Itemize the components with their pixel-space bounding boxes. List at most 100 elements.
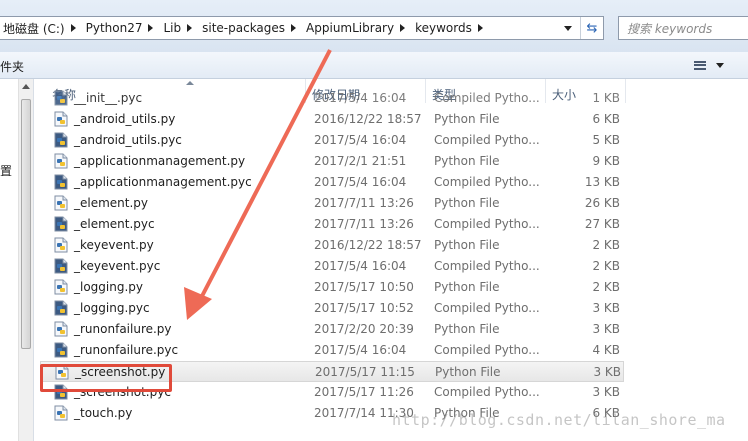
breadcrumb-item[interactable]: Lib <box>159 17 198 39</box>
breadcrumb-item[interactable]: 地磁盘 (C:) <box>0 17 82 39</box>
nav-scroll-thumb[interactable] <box>21 99 31 349</box>
file-type: Python File <box>434 280 500 294</box>
file-date: 2017/2/20 20:39 <box>314 322 414 336</box>
file-size: 13 KB <box>584 175 620 189</box>
pyc-icon <box>54 300 68 316</box>
new-folder-button[interactable]: 件夹 <box>0 58 24 75</box>
list-scrollbar-area[interactable] <box>734 79 748 441</box>
watermark-text: http://blog.csdn.net/lilan_shore_ma <box>392 411 726 429</box>
file-name: _applicationmanagement.pyc <box>74 175 252 189</box>
file-row[interactable]: _runonfailure.pyc 2017/5/4 16:04 Compiled … <box>34 340 634 361</box>
breadcrumb-item[interactable]: site-packages <box>198 17 302 39</box>
chevron-right-icon[interactable] <box>400 24 406 32</box>
file-type: Python File <box>435 365 501 379</box>
file-name: _applicationmanagement.py <box>74 154 246 168</box>
file-row[interactable]: _runonfailure.py 2017/2/20 20:39 Python Fi… <box>34 319 634 340</box>
command-bar: 件夹 <box>0 52 748 79</box>
file-row[interactable]: _applicationmanagement.pyc 2017/5/4 16:04… <box>34 172 634 193</box>
pyc-icon <box>54 174 68 190</box>
details-view-icon <box>694 60 706 70</box>
file-date: 2017/5/4 16:04 <box>314 343 407 357</box>
breadcrumb-item[interactable]: keywords <box>411 17 489 39</box>
chevron-right-icon[interactable] <box>291 24 297 32</box>
file-type: Compiled Pytho... <box>434 133 540 147</box>
chevron-down-icon <box>564 25 572 31</box>
file-type: Compiled Pytho... <box>434 91 540 105</box>
file-type: Python File <box>434 112 500 126</box>
file-date: 2017/2/1 21:51 <box>314 154 407 168</box>
chevron-right-icon[interactable] <box>187 24 193 32</box>
file-type: Compiled Pytho... <box>434 301 540 315</box>
file-name: _keyevent.py <box>74 238 154 252</box>
pyc-icon <box>54 342 68 358</box>
py-icon <box>54 153 68 169</box>
file-date: 2017/5/17 10:52 <box>314 301 414 315</box>
py-icon <box>54 321 68 337</box>
py-icon <box>54 195 68 211</box>
file-name: _android_utils.pyc <box>74 133 182 147</box>
nav-item[interactable]: 置 <box>0 162 12 179</box>
scroll-up-icon[interactable] <box>22 84 30 89</box>
pyc-icon <box>54 90 68 106</box>
file-name: _element.py <box>74 196 149 210</box>
file-size: 3 KB <box>592 385 620 399</box>
file-type: Compiled Pytho... <box>434 385 540 399</box>
file-name: _element.pyc <box>74 217 155 231</box>
file-type: Python File <box>434 154 500 168</box>
nav-scrollbar[interactable] <box>18 79 33 441</box>
file-size: 5 KB <box>592 133 620 147</box>
file-date: 2017/7/11 13:26 <box>314 217 414 231</box>
breadcrumb-label: 地磁盘 (C:) <box>3 21 65 36</box>
refresh-button[interactable]: ⇆ <box>580 17 603 39</box>
file-row[interactable]: _logging.py 2017/5/17 10:50 Python File 2 K… <box>34 277 634 298</box>
address-history-dropdown[interactable] <box>557 17 579 39</box>
file-name: _runonfailure.pyc <box>74 343 179 357</box>
file-row[interactable]: _android_utils.py 2016/12/22 18:57 Python … <box>34 109 634 130</box>
chevron-right-icon[interactable] <box>70 24 76 32</box>
breadcrumb-item[interactable]: Python27 <box>82 17 160 39</box>
breadcrumb-label: AppiumLibrary <box>306 21 395 35</box>
file-row[interactable]: _keyevent.py 2016/12/22 18:57 Python File 2… <box>34 235 634 256</box>
chevron-right-icon[interactable] <box>477 24 483 32</box>
file-row[interactable]: _element.pyc 2017/7/11 13:26 Compiled Pyth… <box>34 214 634 235</box>
file-date: 2016/12/22 18:57 <box>314 112 422 126</box>
file-size: 3 KB <box>592 301 620 315</box>
chevron-right-icon[interactable] <box>148 24 154 32</box>
address-bar[interactable]: 地磁盘 (C:) Python27 Lib site-packages AppiumLi… <box>0 16 604 40</box>
file-size: 1 KB <box>592 91 620 105</box>
file-size: 6 KB <box>592 112 620 126</box>
breadcrumb-item[interactable]: AppiumLibrary <box>302 17 411 39</box>
view-options-button[interactable] <box>694 57 734 73</box>
file-row[interactable]: _logging.pyc 2017/5/17 10:52 Compiled Pyth… <box>34 298 634 319</box>
file-row[interactable]: _android_utils.pyc 2017/5/4 16:04 Compiled… <box>34 130 634 151</box>
file-date: 2017/5/17 11:15 <box>315 365 415 379</box>
file-date: 2017/5/4 16:04 <box>314 91 407 105</box>
file-size: 3 KB <box>593 365 621 379</box>
file-row[interactable]: _element.py 2017/7/11 13:26 Python File 26 … <box>34 193 634 214</box>
breadcrumb-label: site-packages <box>202 21 286 35</box>
py-icon <box>54 405 68 421</box>
file-row[interactable]: _applicationmanagement.py 2017/2/1 21:51 P… <box>34 151 634 172</box>
file-name: _logging.pyc <box>74 301 150 315</box>
file-row[interactable]: _keyevent.pyc 2017/5/4 16:04 Compiled Pyth… <box>34 256 634 277</box>
file-size: 3 KB <box>592 322 620 336</box>
navigation-pane: 置 <box>0 79 34 441</box>
file-type: Compiled Pytho... <box>434 175 540 189</box>
file-size: 2 KB <box>592 259 620 273</box>
file-type: Compiled Pytho... <box>434 217 540 231</box>
file-name: _keyevent.pyc <box>74 259 161 273</box>
file-date: 2016/12/22 18:57 <box>314 238 422 252</box>
file-type: Python File <box>434 322 500 336</box>
file-name: _touch.py <box>74 406 133 420</box>
file-type: Compiled Pytho... <box>434 259 540 273</box>
annotation-highlight-box <box>40 364 172 392</box>
py-icon <box>54 111 68 127</box>
file-row[interactable]: __init__.pyc 2017/5/4 16:04 Compiled Pytho… <box>34 88 634 109</box>
pyc-icon <box>54 216 68 232</box>
sort-ascending-icon <box>186 81 194 85</box>
pyc-icon <box>54 258 68 274</box>
search-input[interactable]: 搜索 keywords <box>618 16 748 40</box>
file-size: 2 KB <box>592 238 620 252</box>
address-toolbar: 地磁盘 (C:) Python27 Lib site-packages AppiumLi… <box>0 0 748 52</box>
breadcrumb-label: Python27 <box>85 21 143 35</box>
